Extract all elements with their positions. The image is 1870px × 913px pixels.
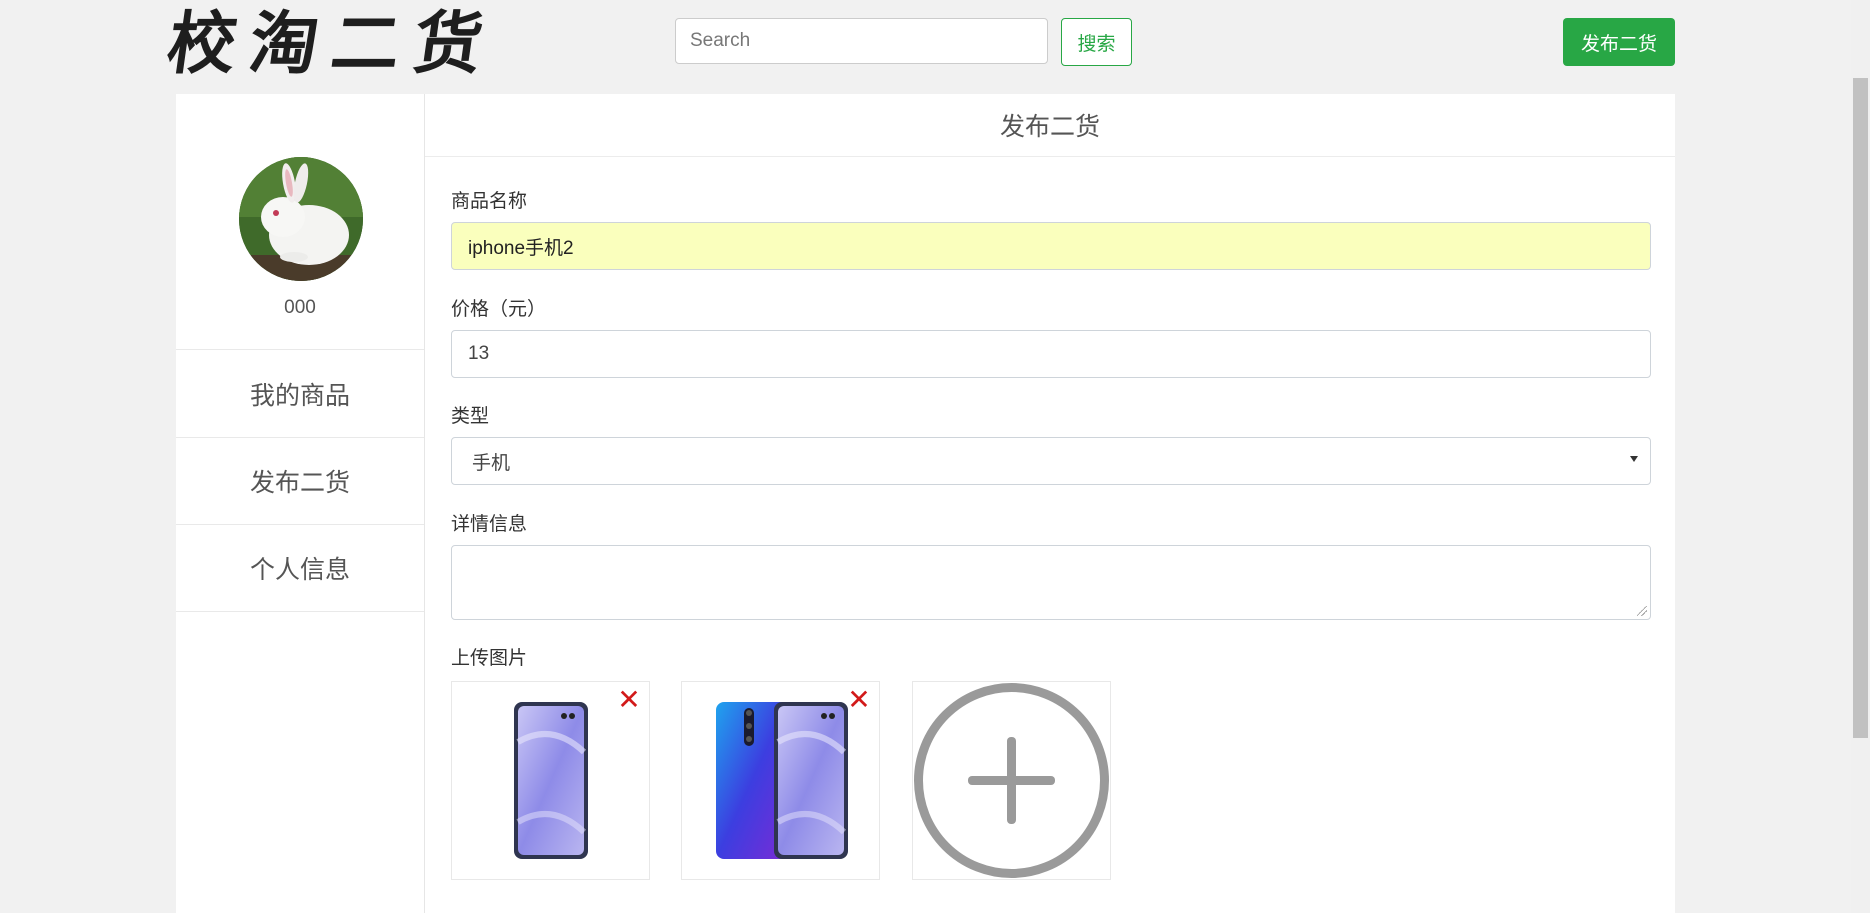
sidebar: 000 我的商品 发布二货 个人信息 [176,94,425,913]
rabbit-avatar-image [239,157,363,281]
upload-label: 上传图片 [451,647,528,669]
scrollbar-thumb[interactable] [1853,78,1868,738]
type-label: 类型 [451,405,490,427]
username: 000 [284,297,316,318]
close-icon[interactable]: ✕ [847,686,871,714]
page-scrollbar[interactable] [1851,0,1870,913]
page-title: 发布二货 [425,94,1675,157]
sidebar-item-publish[interactable]: 发布二货 [176,437,424,525]
price-input[interactable]: 13 [451,330,1651,378]
type-select[interactable]: 手机 [451,437,1651,485]
sidebar-item-my-goods[interactable]: 我的商品 [176,350,424,438]
publish-form-panel: 发布二货 商品名称 iphone手机2 价格（元） 13 类型 手机 详情信息 … [425,94,1675,913]
resize-handle-icon[interactable] [1637,606,1647,616]
sidebar-item-profile[interactable]: 个人信息 [176,524,424,612]
details-label: 详情信息 [451,513,528,535]
uploaded-image: ✕ [451,681,650,880]
caret-down-icon [1630,456,1638,462]
price-label: 价格（元） [451,298,547,320]
name-label: 商品名称 [451,190,528,212]
close-icon[interactable]: ✕ [617,686,641,714]
plus-circle-icon [914,683,1109,878]
name-input[interactable]: iphone手机2 [451,222,1651,270]
site-logo[interactable]: 校淘二货 [162,4,513,84]
type-select-value: 手机 [472,452,511,474]
uploaded-image: ✕ [681,681,880,880]
add-image-button[interactable] [912,681,1111,880]
search-input[interactable] [675,18,1048,64]
details-textarea[interactable] [451,545,1651,620]
avatar [239,157,363,281]
publish-button[interactable]: 发布二货 [1563,18,1675,66]
search-button[interactable]: 搜索 [1061,18,1132,66]
